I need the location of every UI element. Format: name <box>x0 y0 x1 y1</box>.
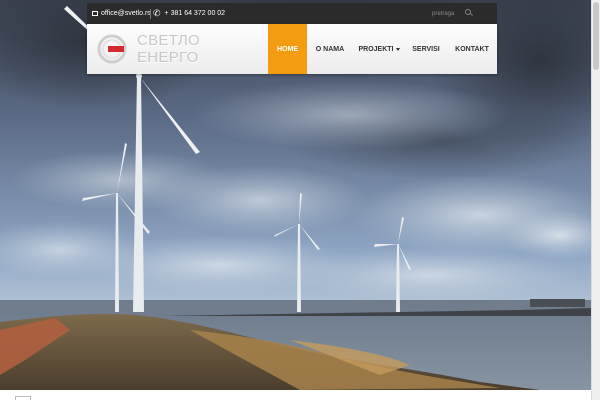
top-info-bar: office@svetlo.rs ✆ + 381 64 372 00 02 <box>87 3 497 24</box>
nav-item-label: KONTAKT <box>455 45 489 53</box>
envelope-icon <box>92 11 98 16</box>
nav-item-home[interactable]: HOME <box>268 24 307 74</box>
main-navigation: HOME O NAMA PROJEKTI SERVISI KONTAKT <box>268 24 497 74</box>
vertical-scrollbar[interactable] <box>591 0 600 400</box>
phone-contact[interactable]: ✆ + 381 64 372 00 02 <box>153 3 225 24</box>
site-logo[interactable]: СВЕТЛО ЕНЕРГО <box>97 29 227 69</box>
nav-item-label: HOME <box>277 45 298 53</box>
nav-item-kontakt[interactable]: KONTAKT <box>447 24 497 74</box>
search-icon[interactable] <box>465 9 471 15</box>
nav-item-o-nama[interactable]: O NAMA <box>307 24 353 74</box>
logo-text: СВЕТЛО ЕНЕРГО <box>137 32 200 66</box>
content-box-edge <box>15 396 31 400</box>
phone-icon: ✆ <box>153 8 161 18</box>
content-area-top <box>0 390 591 400</box>
topbar-divider <box>150 9 151 19</box>
caret-down-icon <box>395 47 400 51</box>
logo-mark-icon <box>97 34 127 64</box>
email-text[interactable]: office@svetlo.rs <box>101 10 151 17</box>
nav-item-label: O NAMA <box>315 45 345 53</box>
email-contact[interactable]: office@svetlo.rs <box>92 3 151 24</box>
nav-item-label: PROJEKTI <box>358 45 394 53</box>
nav-item-projekti[interactable]: PROJEKTI <box>353 24 405 74</box>
site-header: СВЕТЛО ЕНЕРГО HOME O NAMA PROJEKTI SERVI… <box>87 24 497 74</box>
nav-item-servisi[interactable]: SERVISI <box>405 24 447 74</box>
phone-text[interactable]: + 381 64 372 00 02 <box>165 10 226 17</box>
nav-item-label: SERVISI <box>412 45 440 53</box>
scrollbar-thumb[interactable] <box>593 2 599 70</box>
viewport: office@svetlo.rs ✆ + 381 64 372 00 02 СВ… <box>0 0 600 400</box>
